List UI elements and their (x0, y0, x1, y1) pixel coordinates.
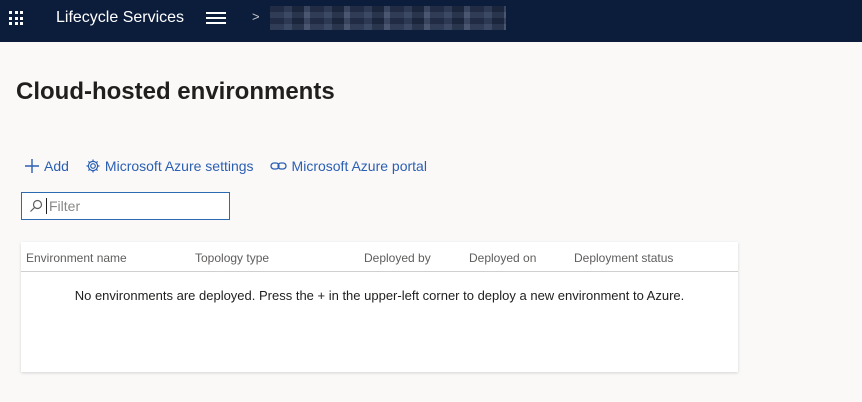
top-navigation-bar: Lifecycle Services > (0, 0, 862, 42)
gear-icon (86, 159, 100, 173)
add-button-label: Add (44, 158, 69, 174)
column-header-topology-type[interactable]: Topology type (195, 251, 269, 265)
azure-portal-label: Microsoft Azure portal (291, 158, 427, 174)
column-header-deployed-on[interactable]: Deployed on (469, 251, 536, 265)
add-button[interactable]: Add (24, 158, 69, 174)
command-bar: Add Microsoft Azure settings Microsoft A… (24, 156, 443, 176)
search-icon (29, 199, 43, 213)
azure-settings-label: Microsoft Azure settings (104, 158, 254, 174)
plus-icon (25, 159, 39, 173)
environments-table: Environment name Topology type Deployed … (21, 242, 738, 372)
column-header-deployment-status[interactable]: Deployment status (574, 251, 673, 265)
hamburger-menu-icon[interactable] (206, 12, 226, 24)
filter-box (21, 192, 230, 220)
azure-portal-link[interactable]: Microsoft Azure portal (269, 158, 427, 174)
column-header-deployed-by[interactable]: Deployed by (364, 251, 431, 265)
page-title: Cloud-hosted environments (16, 78, 335, 105)
column-header-environment-name[interactable]: Environment name (26, 251, 127, 265)
azure-settings-button[interactable]: Microsoft Azure settings (85, 158, 254, 174)
filter-input[interactable] (46, 198, 219, 214)
breadcrumb-separator-icon: > (252, 9, 260, 24)
table-header: Environment name Topology type Deployed … (21, 242, 738, 272)
app-launcher-icon[interactable] (9, 11, 23, 25)
app-title[interactable]: Lifecycle Services (56, 8, 184, 28)
link-icon (269, 162, 287, 170)
redacted-breadcrumb (270, 6, 506, 30)
empty-state-message: No environments are deployed. Press the … (74, 288, 685, 303)
